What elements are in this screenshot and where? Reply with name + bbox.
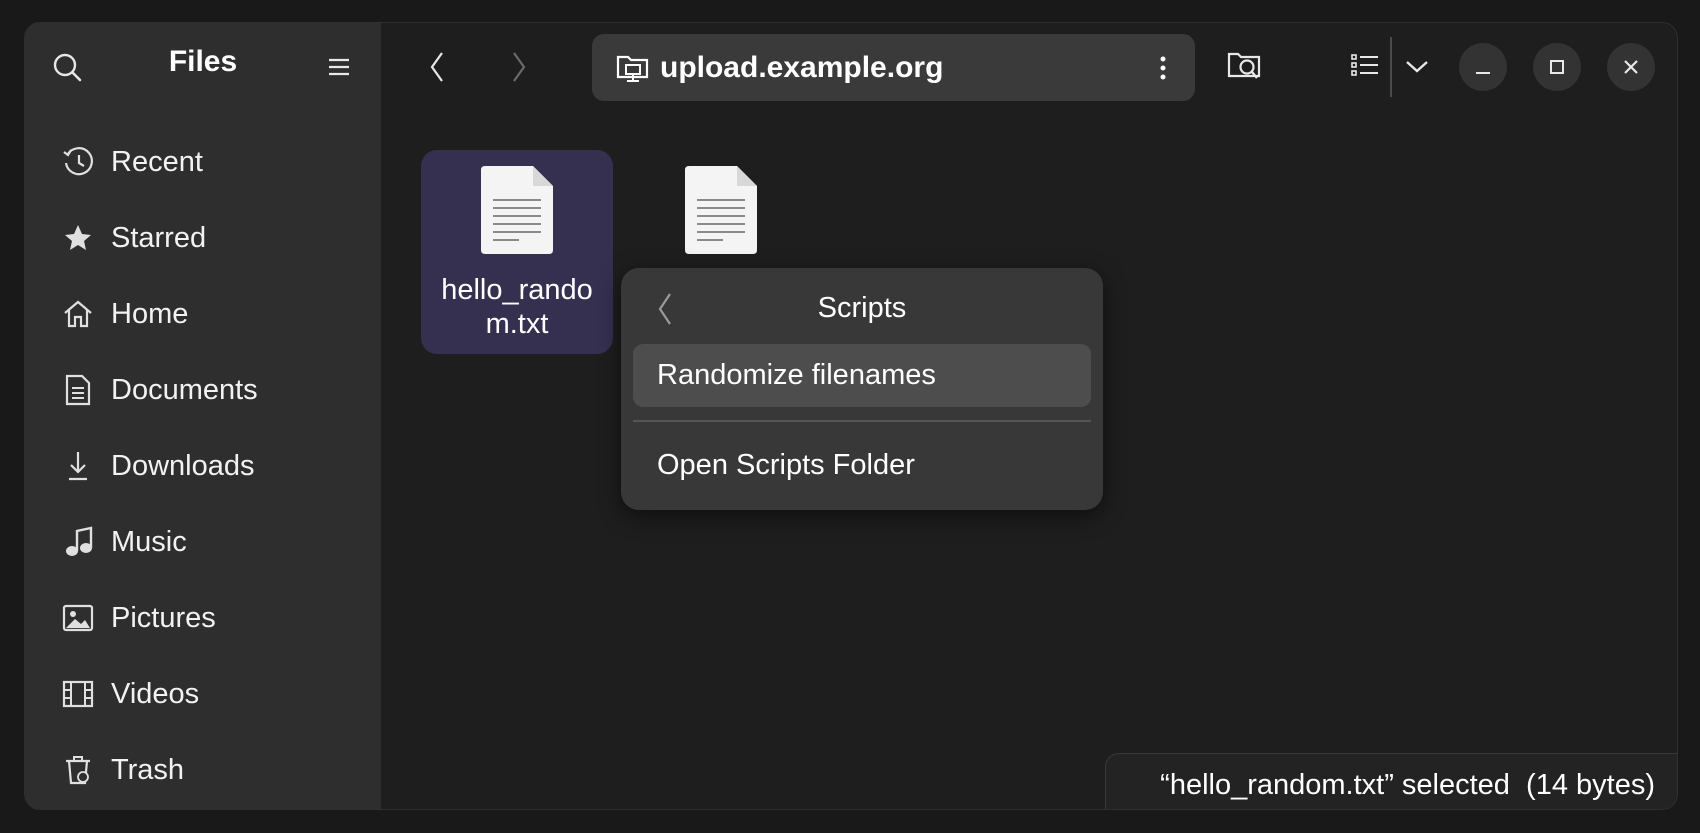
maximize-icon: [1550, 60, 1564, 74]
trash-icon: [61, 753, 95, 787]
search-folder-icon[interactable]: [1223, 43, 1267, 87]
maximize-button[interactable]: [1533, 43, 1581, 91]
film-icon: [61, 677, 95, 711]
back-icon[interactable]: [417, 45, 457, 89]
menu-item-open-scripts-folder[interactable]: Open Scripts Folder: [633, 434, 1091, 497]
sidebar-item-label: Trash: [111, 753, 185, 786]
menu-item-randomize-filenames[interactable]: Randomize filenames: [633, 344, 1091, 407]
list-view-icon[interactable]: [1345, 45, 1385, 85]
location-text: upload.example.org: [660, 50, 944, 84]
star-icon: [61, 221, 95, 255]
sidebar-item-label: Recent: [111, 145, 203, 178]
toolbar-divider: [1390, 37, 1392, 97]
sidebar-item-videos[interactable]: Videos: [39, 662, 369, 726]
location-bar[interactable]: upload.example.org: [592, 34, 1195, 101]
files-window: Files Recent Starred Home Documents Down…: [24, 22, 1678, 810]
file-name: hello_rando m.txt: [441, 274, 593, 340]
sidebar-header: Files: [25, 23, 381, 111]
text-file-icon: [479, 164, 555, 261]
sidebar-item-music[interactable]: Music: [39, 510, 369, 574]
sidebar-item-trash[interactable]: Trash: [39, 738, 369, 802]
minimize-icon: [1476, 72, 1490, 74]
sidebar-item-label: Home: [111, 297, 189, 330]
minimize-button[interactable]: [1459, 43, 1507, 91]
text-file-icon: [683, 164, 759, 261]
remote-folder-icon: [616, 51, 650, 85]
sidebar-item-label: Videos: [111, 677, 200, 710]
download-icon: [61, 449, 95, 483]
music-note-icon: [61, 525, 95, 559]
sidebar-item-label: Downloads: [111, 449, 255, 482]
home-icon: [61, 297, 95, 331]
kebab-menu-icon[interactable]: [1151, 51, 1175, 85]
sidebar-item-label: Pictures: [111, 601, 216, 634]
document-icon: [61, 373, 95, 407]
sidebar-item-documents[interactable]: Documents: [39, 358, 369, 422]
menu-separator: [633, 420, 1091, 422]
hamburger-menu-icon[interactable]: [323, 51, 355, 83]
sidebar: Files Recent Starred Home Documents Down…: [25, 23, 381, 809]
sidebar-item-recent[interactable]: Recent: [39, 130, 369, 194]
sidebar-item-pictures[interactable]: Pictures: [39, 586, 369, 650]
forward-icon[interactable]: [499, 45, 539, 89]
sidebar-item-downloads[interactable]: Downloads: [39, 434, 369, 498]
sidebar-item-label: Music: [111, 525, 187, 558]
submenu-title: Scripts: [817, 292, 907, 324]
image-icon: [61, 601, 95, 635]
selection-status: “hello_random.txt” selected (14 bytes): [1105, 753, 1677, 809]
scripts-submenu: Scripts Randomize filenames Open Scripts…: [621, 268, 1103, 510]
sidebar-item-home[interactable]: Home: [39, 282, 369, 346]
sidebar-item-label: Starred: [111, 221, 207, 254]
file-item-selected[interactable]: hello_rando m.txt: [421, 150, 613, 354]
sidebar-item-starred[interactable]: Starred: [39, 206, 369, 270]
sidebar-item-label: Documents: [111, 373, 258, 406]
close-button[interactable]: [1607, 43, 1655, 91]
chevron-down-icon[interactable]: [1399, 47, 1435, 87]
close-icon: [1624, 60, 1638, 74]
clock-icon: [61, 145, 95, 179]
